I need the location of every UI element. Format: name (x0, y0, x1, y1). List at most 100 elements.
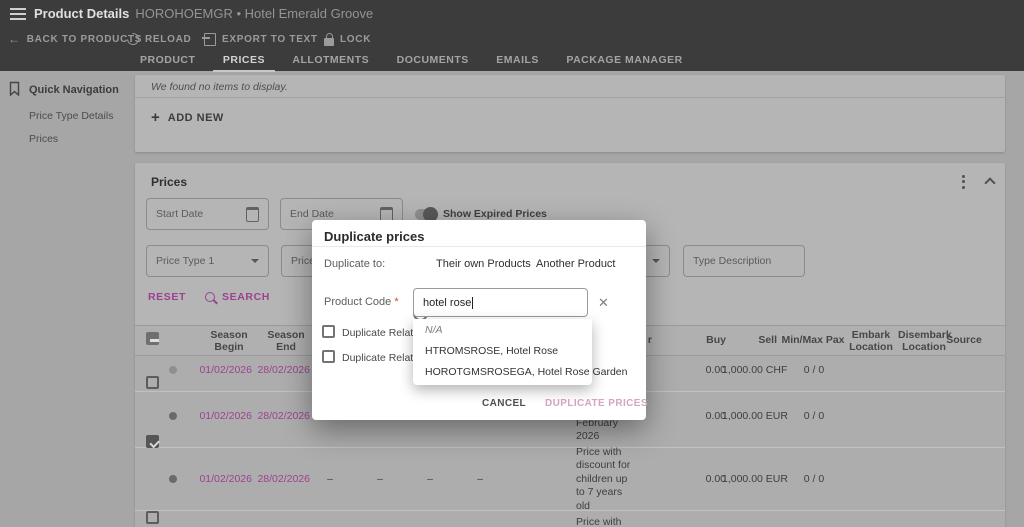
show-expired-prices-label: Show Expired Prices (443, 208, 547, 220)
panel-menu-kebab-icon[interactable] (957, 172, 969, 191)
dialog-divider (312, 246, 646, 247)
price-type-1-value: Price Type 1 (156, 255, 214, 267)
row-checkbox[interactable] (146, 435, 159, 448)
reload-label: RELOAD (145, 34, 191, 45)
chevron-down-icon (652, 259, 660, 263)
empty-cell-dash: – (416, 473, 444, 485)
price-description: Price withdiscount for children upto 7 y… (576, 446, 656, 513)
col-season-end: SeasonEnd (262, 329, 310, 353)
show-expired-prices-toggle[interactable] (415, 209, 435, 220)
radio-their-own-products-label: Their own Products (436, 258, 531, 270)
sell-value: 1,000.00 EUR (722, 410, 782, 422)
bookmark-icon (8, 81, 24, 96)
row-checkbox[interactable] (146, 511, 159, 524)
duplicate-related-checkbox-2[interactable] (322, 350, 335, 363)
lock-icon (324, 38, 334, 46)
hamburger-menu-icon[interactable] (10, 8, 26, 20)
tab-product[interactable]: PRODUCT (130, 51, 205, 72)
price-type-1-select[interactable]: Price Type 1 (146, 245, 269, 277)
duplicate-prices-button[interactable]: DUPLICATE PRICES (545, 398, 648, 409)
text-caret (472, 297, 473, 309)
page-title-text: Product Details (34, 6, 129, 21)
back-to-products-label: BACK TO PRODUCTS (27, 34, 142, 45)
season-end-link[interactable]: 28/02/2026 (256, 410, 310, 422)
lock-label: LOCK (340, 34, 371, 45)
tab-emails[interactable]: EMAILS (486, 51, 549, 72)
back-to-products-button[interactable]: ← BACK TO PRODUCTS (8, 28, 142, 50)
tab-package-manager[interactable]: PACKAGE MANAGER (556, 51, 692, 72)
empty-cell-dash: – (316, 473, 344, 485)
action-toolbar: ← BACK TO PRODUCTS RELOAD EXPORT TO TEXT… (0, 28, 1024, 50)
product-code-input[interactable]: hotel rose (413, 288, 588, 317)
start-date-input[interactable]: Start Date (146, 198, 269, 230)
price-description: February2026 (576, 417, 654, 444)
buy-value: 0.00 (690, 473, 726, 485)
product-suggestions-dropdown: N/A HTROMSROSE, Hotel Rose HOROTGMSROSEG… (413, 319, 592, 385)
reset-label: RESET (148, 291, 186, 303)
duplicate-to-label: Duplicate to: (324, 258, 385, 270)
suggestion-hotel-rose-garden[interactable]: HOROTGMSROSEGA, Hotel Rose Garden (413, 362, 592, 383)
search-icon (205, 292, 215, 302)
tab-allotments[interactable]: ALLOTMENTS (282, 51, 379, 72)
export-icon (204, 33, 216, 46)
product-identifier: HOROHOEMGR • Hotel Emerald Groove (135, 6, 373, 21)
season-end-link[interactable]: 28/02/2026 (256, 364, 310, 376)
buy-value: 0.00 (690, 410, 726, 422)
suggestion-hotel-rose[interactable]: HTROMSROSE, Hotel Rose (413, 341, 592, 362)
row-status-dot (169, 475, 177, 483)
empty-state-message: We found no items to display. (151, 81, 288, 93)
col-source: Source (946, 334, 982, 346)
reload-button[interactable]: RELOAD (127, 28, 191, 50)
col-disembark-location: DisembarkLocation (898, 329, 950, 353)
season-begin-link[interactable]: 01/02/2026 (196, 364, 252, 376)
lock-button[interactable]: LOCK (324, 28, 371, 50)
page-title: Product Details HOROHOEMGR • Hotel Emeral… (34, 0, 373, 28)
col-minmax-pax: Min/Max Pax (780, 334, 846, 346)
minmax-value: 0 / 0 (788, 410, 840, 422)
sell-value: 1,000.00 CHF (722, 364, 782, 376)
search-label: SEARCH (222, 291, 270, 303)
price-description: Price with (576, 516, 656, 527)
col-buy: Buy (690, 334, 726, 346)
add-new-label: ADD NEW (168, 112, 224, 124)
cancel-button[interactable]: CANCEL (482, 398, 526, 409)
export-label: EXPORT TO TEXT (222, 34, 318, 45)
required-asterisk: * (394, 296, 398, 308)
season-begin-link[interactable]: 01/02/2026 (196, 410, 252, 422)
calendar-icon (246, 207, 259, 222)
select-all-checkbox[interactable] (146, 332, 159, 345)
top-app-bar: Product Details HOROHOEMGR • Hotel Emeral… (0, 0, 1024, 28)
type-description-input[interactable]: Type Description (683, 245, 805, 277)
dialog-title: Duplicate prices (324, 229, 424, 244)
sidebar-item-price-type-details[interactable]: Price Type Details (29, 110, 113, 122)
add-new-button[interactable]: + ADD NEW (151, 111, 224, 125)
product-details-page: Product Details HOROHOEMGR • Hotel Emeral… (0, 0, 1024, 527)
reload-icon (125, 31, 142, 48)
row-status-dot (169, 412, 177, 420)
type-description-placeholder: Type Description (693, 255, 771, 267)
duplicate-related-checkbox-1[interactable] (322, 325, 335, 338)
table-row (135, 511, 1005, 527)
minmax-value: 0 / 0 (788, 473, 840, 485)
minmax-value: 0 / 0 (788, 364, 840, 376)
col-embark-location: EmbarkLocation (848, 329, 894, 353)
export-to-text-button[interactable]: EXPORT TO TEXT (204, 28, 318, 50)
season-begin-link[interactable]: 01/02/2026 (196, 473, 252, 485)
season-end-link[interactable]: 28/02/2026 (256, 473, 310, 485)
product-code-label: Product Code * (324, 296, 399, 308)
search-button[interactable]: SEARCH (205, 291, 270, 303)
plus-icon: + (151, 111, 160, 125)
reset-button[interactable]: RESET (148, 291, 186, 303)
suggestion-na[interactable]: N/A (413, 320, 592, 341)
tab-prices[interactable]: PRICES (213, 51, 275, 72)
prices-panel-title: Prices (151, 175, 187, 189)
clear-input-icon[interactable]: ✕ (598, 296, 609, 309)
buy-value: 0.00 (690, 364, 726, 376)
col-sell: Sell (735, 334, 777, 346)
tab-documents[interactable]: DOCUMENTS (387, 51, 479, 72)
row-checkbox[interactable] (146, 376, 159, 389)
empty-cell-dash: – (466, 473, 494, 485)
end-date-placeholder: End Date (290, 208, 334, 220)
sidebar-item-prices[interactable]: Prices (29, 133, 58, 145)
start-date-placeholder: Start Date (156, 208, 203, 220)
